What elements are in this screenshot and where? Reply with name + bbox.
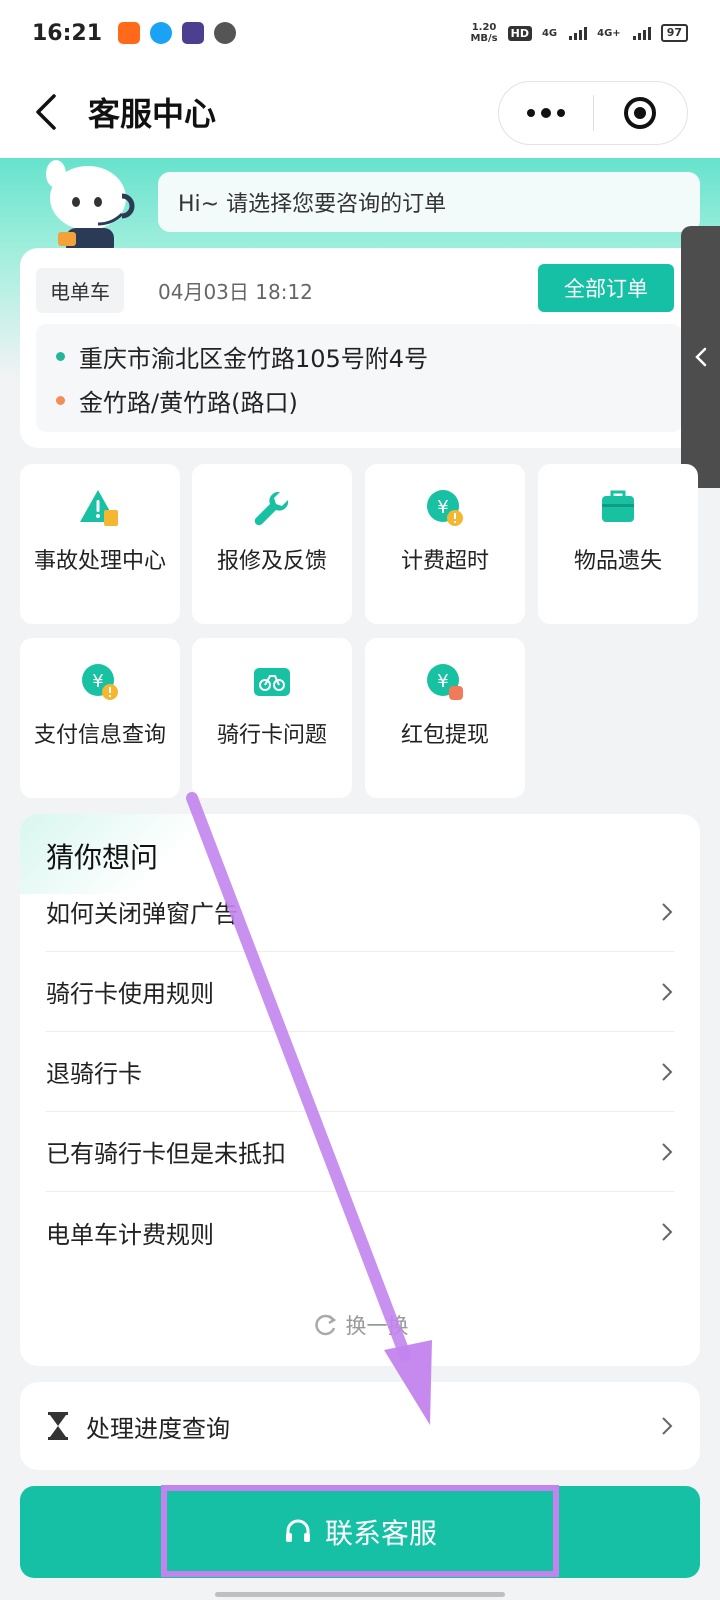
chevron-right-icon <box>662 982 673 1001</box>
faq-item-label: 已有骑行卡但是未抵扣 <box>46 1140 286 1168</box>
refresh-icon <box>314 1314 336 1336</box>
qq-app-icon <box>150 22 173 44</box>
status-bar: 16:21 1.20 MB/s HD 4G 4G+ 97 <box>0 0 720 66</box>
chevron-right-icon <box>662 1062 673 1081</box>
nav-bar: 客服中心 <box>0 66 720 158</box>
grid-item-payment-info[interactable]: ¥ 支付信息查询 <box>20 638 180 798</box>
grid-item-label: 物品遗失 <box>573 549 662 574</box>
faq-item[interactable]: 电单车计费规则 <box>46 1192 674 1272</box>
route-end: 金竹路/黄竹路(路口) <box>56 378 662 422</box>
yuan-alert-icon: ¥ <box>82 664 118 700</box>
back-button[interactable] <box>10 77 80 147</box>
faq-item[interactable]: 骑行卡使用规则 <box>46 952 674 1032</box>
side-drawer-handle[interactable] <box>681 226 720 488</box>
more-dot <box>540 108 551 118</box>
faq-item-label: 骑行卡使用规则 <box>46 980 214 1008</box>
grid-item-label: 骑行卡问题 <box>216 723 327 748</box>
bag-icon <box>602 490 634 522</box>
headset-icon <box>285 1519 310 1542</box>
miniapp-capsule <box>498 81 688 145</box>
grid-item-lost-items[interactable]: 物品遗失 <box>538 464 698 624</box>
signal-2-label: 4G+ <box>597 27 621 39</box>
route-end-address: 金竹路/黄竹路(路口) <box>79 388 298 417</box>
k-app-icon <box>182 22 205 44</box>
route-start: 重庆市渝北区金竹路105号附4号 <box>56 334 662 378</box>
start-dot-icon <box>56 351 65 361</box>
network-speed-value: 1.20 <box>471 22 497 33</box>
taobao-app-icon <box>118 22 141 44</box>
order-time: 04月03日 18:12 <box>158 280 313 304</box>
more-dot <box>526 109 535 117</box>
yuan-alert-icon: ¥ <box>427 490 463 526</box>
chevron-left-icon <box>694 347 706 367</box>
grid-item-label: 支付信息查询 <box>33 723 166 748</box>
network-speed-unit: MB/s <box>470 33 498 44</box>
yuan-coin-icon: ¥ <box>427 664 463 700</box>
refresh-button[interactable]: 换一换 <box>20 1310 700 1340</box>
contact-service-label: 联系客服 <box>324 1517 437 1550</box>
bike-card-icon <box>254 668 290 696</box>
svg-text:¥: ¥ <box>437 671 448 692</box>
grid-item-label: 事故处理中心 <box>33 549 166 574</box>
faq-item-label: 电单车计费规则 <box>46 1220 214 1249</box>
faq-item[interactable]: 退骑行卡 <box>46 1032 674 1112</box>
hourglass-icon <box>48 1412 68 1440</box>
refresh-label: 换一换 <box>345 1314 409 1338</box>
chevron-right-icon <box>662 1223 673 1241</box>
mascot-avatar <box>46 160 135 256</box>
grid-item-red-packet[interactable]: ¥ 红包提现 <box>365 638 525 798</box>
chevron-right-icon <box>662 1417 673 1435</box>
network-speed: 1.20 MB/s <box>470 22 497 44</box>
progress-query-item[interactable]: 处理进度查询 <box>20 1382 700 1470</box>
faq-item-label: 如何关闭弹窗广告 <box>46 900 238 928</box>
signal-1-label: 4G <box>541 27 558 39</box>
wrench-icon <box>254 491 289 526</box>
faq-item[interactable]: 已有骑行卡但是未抵扣 <box>46 1112 674 1192</box>
battery-icon: 97 <box>660 24 688 42</box>
more-dot <box>556 109 565 117</box>
wechat-app-icon <box>214 22 237 44</box>
faq-item[interactable]: 如何关闭弹窗广告 <box>46 872 674 952</box>
faq-item-label: 退骑行卡 <box>46 1060 142 1088</box>
signal-2-icon <box>632 26 651 40</box>
grid-item-label: 计费超时 <box>400 549 489 574</box>
grid-item-label: 红包提现 <box>400 723 489 748</box>
target-icon <box>624 97 657 129</box>
faq-card: 猜你想问 如何关闭弹窗广告 骑行卡使用规则 退骑行卡 已有骑行卡但是未抵扣 电单… <box>20 814 700 1366</box>
chevron-left-icon <box>36 94 56 130</box>
status-indicators: 1.20 MB/s HD 4G 4G+ 97 <box>470 22 688 44</box>
home-indicator[interactable] <box>215 1592 505 1597</box>
grid-item-accident[interactable]: 事故处理中心 <box>20 464 180 624</box>
grid-item-repair[interactable]: 报修及反馈 <box>192 464 352 624</box>
all-orders-button[interactable]: 全部订单 <box>538 264 674 312</box>
grid-item-ride-card[interactable]: 骑行卡问题 <box>192 638 352 798</box>
faq-title: 猜你想问 <box>46 841 159 874</box>
chevron-right-icon <box>662 1142 673 1161</box>
greeting-bubble: Hi~ 请选择您要咨询的订单 <box>158 172 700 232</box>
signal-1-icon <box>569 26 588 40</box>
order-type-tag: 电单车 <box>36 268 124 313</box>
page-title: 客服中心 <box>88 95 217 133</box>
more-button[interactable] <box>499 81 593 145</box>
status-time: 16:21 <box>32 20 103 46</box>
warning-icon <box>80 490 118 526</box>
svg-text:¥: ¥ <box>92 671 103 692</box>
route-start-address: 重庆市渝北区金竹路105号附4号 <box>79 344 429 373</box>
route-box: 重庆市渝北区金竹路105号附4号 金竹路/黄竹路(路口) <box>36 324 682 432</box>
svg-text:¥: ¥ <box>437 497 448 518</box>
contact-service-button[interactable]: 联系客服 <box>20 1486 700 1578</box>
status-app-icons <box>118 22 237 44</box>
hd-badge: HD <box>507 25 532 41</box>
grid-item-label: 报修及反馈 <box>216 549 327 574</box>
chevron-right-icon <box>662 902 673 921</box>
close-miniapp-button[interactable] <box>594 81 688 145</box>
end-dot-icon <box>56 395 65 405</box>
grid-item-overtime-fee[interactable]: ¥ 计费超时 <box>365 464 525 624</box>
progress-query-label: 处理进度查询 <box>86 1414 230 1443</box>
order-card[interactable]: 电单车 04月03日 18:12 全部订单 重庆市渝北区金竹路105号附4号 金… <box>20 248 700 448</box>
